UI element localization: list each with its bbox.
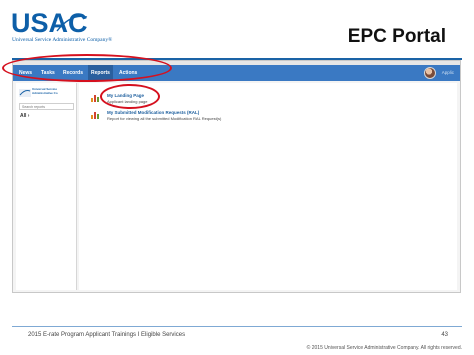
org-name: Universal Service Administrative Co <box>32 87 58 95</box>
footer-divider <box>12 326 462 327</box>
page-number: 43 <box>441 332 448 338</box>
navbar-highlight <box>2 54 172 82</box>
logo-subtitle: Universal Service Administrative Company… <box>12 37 113 43</box>
logo-swoosh-icon <box>56 15 88 32</box>
org-logo-icon <box>19 89 31 97</box>
slide-title: EPC Portal <box>347 26 446 47</box>
portal-screenshot: News Tasks Records Reports Actions Appli… <box>12 60 461 293</box>
footer-caption: 2015 E-rate Program Applicant Trainings … <box>28 332 186 338</box>
bar-chart-icon <box>91 112 99 119</box>
copyright: © 2015 Universal Service Administrative … <box>306 345 462 351</box>
report-search-input[interactable] <box>19 103 74 110</box>
bar-chart-icon <box>91 95 99 102</box>
page-content: Universal Service Administrative Co All … <box>13 81 460 292</box>
user-avatar[interactable] <box>424 67 436 79</box>
report-description: Report for viewing all the submitted Mod… <box>107 116 222 121</box>
filter-all[interactable]: All › <box>20 113 29 119</box>
report-title[interactable]: My Submitted Modification Requests (RAL) <box>107 110 199 115</box>
user-name[interactable]: Applic <box>442 65 454 81</box>
reports-sidebar: Universal Service Administrative Co All … <box>16 83 77 290</box>
report-list: My Landing Page Applicant landing page M… <box>79 83 457 290</box>
landing-page-highlight <box>100 84 160 109</box>
usac-logo: USAC Universal Service Administrative Co… <box>11 8 121 48</box>
